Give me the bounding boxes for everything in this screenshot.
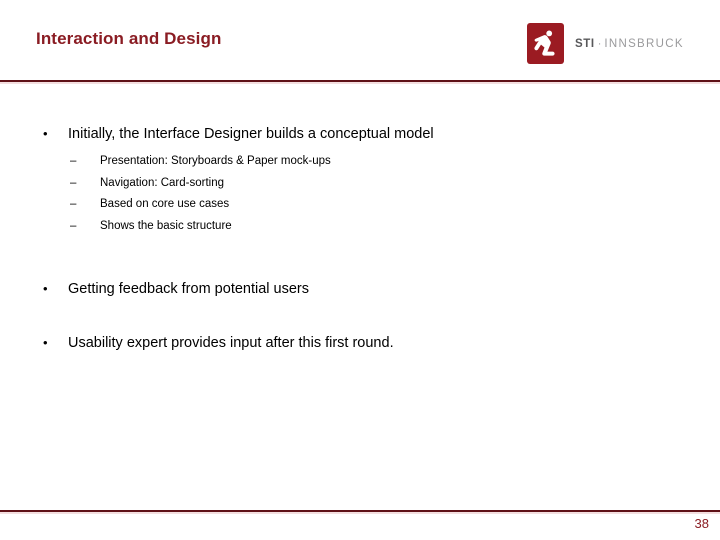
header-divider xyxy=(0,80,720,84)
slide-content: • Initially, the Interface Designer buil… xyxy=(0,124,720,353)
logo-innsbruck-text: INNSBRUCK xyxy=(604,37,684,50)
page-title: Interaction and Design xyxy=(36,29,222,48)
bullet-text: Getting feedback from potential users xyxy=(68,281,309,297)
sti-innsbruck-logo: STI · INNSBRUCK xyxy=(527,23,684,64)
sub-bullet-list: – Presentation: Storyboards & Paper mock… xyxy=(0,151,720,237)
sub-bullet-text: Based on core use cases xyxy=(100,198,230,210)
sub-bullet-text: Navigation: Card-sorting xyxy=(100,176,225,189)
sti-person-icon xyxy=(527,23,564,64)
sub-bullet-marker-icon: – xyxy=(70,198,77,210)
sub-bullet-marker-icon: – xyxy=(70,176,77,189)
bullet-text: Initially, the Interface Designer builds… xyxy=(68,126,434,142)
footer-divider-shadow xyxy=(0,512,720,514)
sub-bullet-item: – Shows the basic structure xyxy=(0,216,720,238)
bullet-item: • Initially, the Interface Designer buil… xyxy=(0,124,720,144)
sub-bullet-text: Presentation: Storyboards & Paper mock-u… xyxy=(100,155,331,167)
bullet-text: Usability expert provides input after th… xyxy=(68,335,394,351)
footer-divider xyxy=(0,510,720,514)
page-number: 38 xyxy=(694,516,709,531)
presentation-slide: Interaction and Design STI · INNSBRUCK •… xyxy=(0,0,720,540)
sub-bullet-marker-icon: – xyxy=(70,219,77,232)
logo-separator-dot: · xyxy=(597,37,602,50)
bullet-marker-icon: • xyxy=(43,126,48,141)
bullet-marker-icon: • xyxy=(43,335,48,350)
header-divider-shadow xyxy=(0,82,720,84)
sub-bullet-text: Shows the basic structure xyxy=(100,219,232,232)
sub-bullet-marker-icon: – xyxy=(70,155,77,167)
bullet-item: • Usability expert provides input after … xyxy=(0,333,720,353)
bullet-item: • Getting feedback from potential users xyxy=(0,279,720,299)
sub-bullet-item: – Presentation: Storyboards & Paper mock… xyxy=(0,151,720,173)
sub-bullet-item: – Based on core use cases xyxy=(0,194,720,216)
logo-wordmark: STI · INNSBRUCK xyxy=(575,38,684,50)
sub-bullet-item: – Navigation: Card-sorting xyxy=(0,173,720,195)
logo-sti-text: STI xyxy=(575,37,595,50)
bullet-marker-icon: • xyxy=(43,281,48,296)
